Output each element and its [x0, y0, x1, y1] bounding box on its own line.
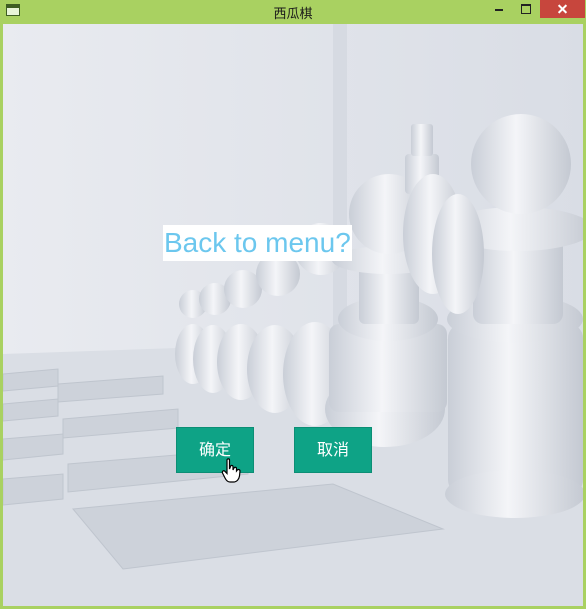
- hand-cursor-icon: [221, 458, 241, 483]
- title-bar[interactable]: 西瓜棋: [0, 0, 586, 23]
- app-window: 西瓜棋 Back to menu? 确定 取消: [0, 0, 586, 609]
- cancel-button[interactable]: 取消: [294, 427, 372, 473]
- minimize-button[interactable]: [486, 0, 512, 18]
- maximize-button[interactable]: [513, 0, 539, 18]
- back-to-menu-prompt: Back to menu?: [163, 225, 352, 261]
- chess-background-image: [3, 24, 583, 606]
- game-canvas: Back to menu? 确定 取消: [3, 24, 583, 606]
- close-button[interactable]: [540, 0, 585, 18]
- confirm-button[interactable]: 确定: [176, 427, 254, 473]
